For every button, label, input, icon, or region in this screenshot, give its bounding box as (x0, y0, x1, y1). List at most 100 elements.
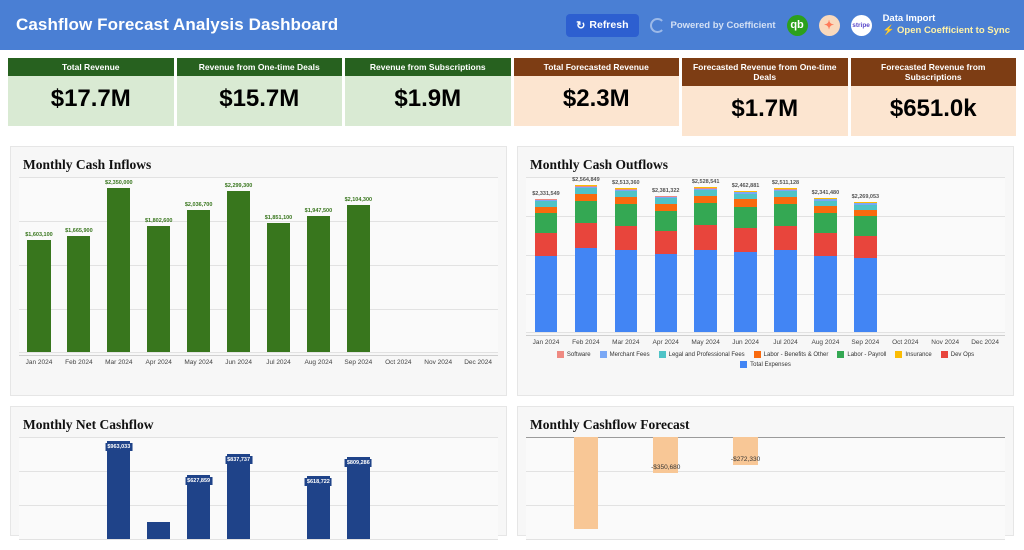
bar-value-label: -$272,330 (730, 456, 761, 464)
charts-row-top: Monthly Cash Inflows $1,603,100 $1,665,90… (0, 136, 1024, 397)
stack-segment (774, 250, 797, 333)
stack-segment (814, 212, 837, 233)
inflow-bar[interactable]: $2,350,000 (105, 180, 133, 353)
bar-slot (19, 437, 59, 539)
axis-tick-label: Apr 2024 (145, 359, 172, 367)
net-cashflow-bar[interactable]: $627,859 (185, 475, 213, 540)
bar-value-label: $618,722 (304, 478, 332, 487)
stack-segment (774, 196, 797, 205)
panel-monthly-cash-outflows: Monthly Cash Outflows $2,331,549 $2,564,8… (517, 146, 1014, 397)
kpi-card-row: Total Revenue $17.7M Revenue from One-time… (0, 50, 1024, 137)
outflow-stacked-bar[interactable]: $2,462,881 (732, 183, 759, 333)
bar-slot (378, 437, 418, 539)
net-cashflow-bar[interactable]: $963,033 (105, 441, 133, 540)
axis-tick-label: Sep 2024 (851, 339, 880, 347)
bar-slot (965, 177, 1005, 332)
bar-value-label: $2,511,128 (771, 180, 800, 187)
outflow-stacked-bar[interactable]: $2,341,480 (812, 190, 839, 333)
bar-slot: $963,033 (99, 437, 139, 540)
legend-item[interactable]: Software (556, 351, 591, 359)
bar-slot: -$350,680 (646, 437, 686, 539)
outflow-stacked-bar[interactable]: $2,528,541 (692, 179, 719, 333)
bar-slot: $618,722 (298, 437, 338, 540)
bar-value-label: -$350,680 (651, 464, 681, 472)
stack-segment (814, 255, 837, 333)
net-cashflow-bar[interactable]: $618,722 (304, 476, 332, 540)
inflow-bar[interactable]: $1,603,100 (25, 232, 53, 353)
hubspot-icon[interactable]: ✦ (818, 14, 840, 36)
legend-label: Total Expenses (750, 361, 791, 368)
axis-tick-label: Dec 2024 (464, 359, 493, 367)
outflow-stacked-bar[interactable]: $2,564,849 (572, 177, 600, 333)
panel-monthly-net-cashflow: Monthly Net Cashflow $963,033 $627,859 $83… (10, 406, 507, 541)
axis-tick-label: Jan 2024 (25, 359, 53, 367)
refresh-icon: ↻ (576, 19, 586, 32)
inflow-bar[interactable]: $1,665,900 (65, 228, 93, 353)
bar-value-label: $2,462,881 (731, 183, 760, 189)
forecast-bar[interactable]: -$272,330 (730, 437, 761, 466)
axis-tick-label: May 2024 (184, 359, 213, 367)
stripe-icon[interactable]: stripe (850, 14, 872, 36)
stack-segment (654, 254, 677, 333)
outflow-stacked-bar[interactable]: $2,513,360 (612, 180, 640, 333)
refresh-button[interactable]: ↻ Refresh (566, 13, 639, 37)
kpi-label: Forecasted Revenue from One-time Deals (682, 58, 848, 87)
legend-item[interactable]: Total Expenses (740, 361, 791, 369)
net-cashflow-bar[interactable]: $837,737 (225, 453, 253, 540)
bar-value-label: $2,564,849 (572, 177, 600, 184)
stack-segment (854, 235, 877, 259)
stack-segment (734, 227, 757, 252)
net-cashflow-bar[interactable]: $809,286 (344, 456, 372, 540)
kpi-card: Forecasted Revenue from Subscriptions $65… (850, 58, 1016, 137)
forecast-bar[interactable] (573, 437, 599, 530)
inflow-bar[interactable]: $2,036,700 (185, 202, 212, 353)
stack-segment (654, 231, 677, 255)
legend-swatch (556, 351, 564, 359)
legend-item[interactable]: Merchant Fees (599, 351, 650, 359)
axis-tick-label: Nov 2024 (931, 339, 960, 347)
forecast-title: Monthly Cashflow Forecast (530, 417, 690, 433)
bar-value-label: $2,513,360 (612, 180, 640, 187)
bar-slot (259, 437, 299, 539)
stack-segment (854, 216, 877, 236)
inflow-bar[interactable]: $2,104,300 (345, 197, 372, 353)
legend-item[interactable]: Labor - Payroll (837, 351, 887, 359)
gridline (19, 352, 498, 354)
outflow-stacked-bar[interactable]: $2,269,053 (852, 194, 879, 333)
axis-tick-label: Feb 2024 (65, 359, 93, 367)
legend-label: Labor - Payroll (847, 351, 887, 358)
inflow-bar[interactable]: $1,947,500 (305, 208, 332, 353)
legend-item[interactable]: Dev Ops (940, 351, 974, 359)
legend-item[interactable]: Legal and Professional Fees (658, 351, 745, 359)
data-import-status[interactable]: Data Import ⚡ Open Coefficient to Sync (883, 13, 1010, 37)
kpi-card: Forecasted Revenue from One-time Deals $1… (682, 58, 848, 137)
outflow-stacked-bar[interactable]: $2,511,128 (772, 180, 799, 333)
outflow-stacked-bar[interactable]: $2,331,549 (532, 191, 560, 333)
stack-segment (534, 233, 558, 257)
legend-swatch (753, 351, 761, 359)
coefficient-branding: Powered by Coefficient (649, 17, 776, 33)
inflow-bar[interactable]: $2,299,300 (225, 183, 252, 353)
legend-item[interactable]: Labor - Benefits & Other (753, 351, 828, 359)
bar-slot (418, 437, 458, 539)
gridline (19, 539, 498, 541)
bar-slot (805, 437, 845, 539)
legend-label: Legal and Professional Fees (668, 351, 745, 358)
legend-item[interactable]: Insurance (895, 351, 932, 359)
inflow-bar[interactable]: $1,851,100 (265, 215, 292, 353)
outflow-stacked-bar[interactable]: $2,381,322 (652, 188, 679, 333)
axis-tick-label: May 2024 (691, 339, 720, 347)
stack-segment (614, 203, 637, 226)
net-cashflow-bar[interactable] (147, 522, 171, 540)
bar-slot (458, 177, 498, 352)
bar-slot: $1,802,600 (139, 177, 179, 353)
axis-tick-label: Nov 2024 (424, 359, 453, 367)
forecast-bar[interactable]: -$350,680 (651, 437, 681, 474)
stack-segment (574, 201, 598, 224)
kpi-label: Revenue from One-time Deals (176, 58, 342, 77)
stack-segment (574, 223, 598, 249)
inflow-bar[interactable]: $1,802,600 (145, 218, 172, 353)
bar-slot (925, 437, 965, 539)
quickbooks-icon[interactable]: qb (786, 14, 808, 36)
dashboard-header: Cashflow Forecast Analysis Dashboard ↻ R… (0, 0, 1024, 50)
